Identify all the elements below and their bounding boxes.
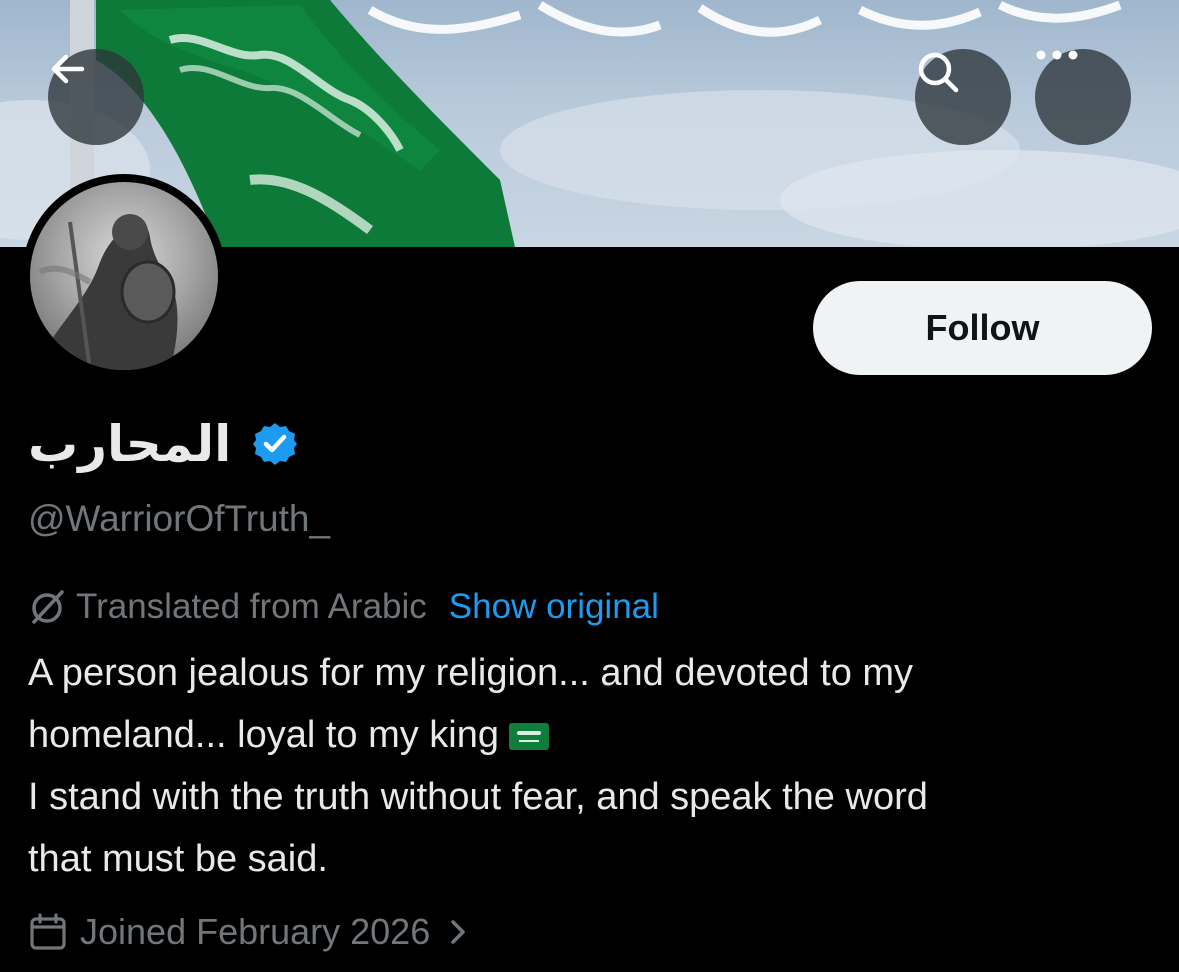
profile-bio: A person jealous for my religion... and … xyxy=(28,642,1148,890)
profile-handle: @WarriorOfTruth_ xyxy=(28,498,331,539)
saudi-flag-icon xyxy=(509,723,550,750)
translated-label: Translated from Arabic xyxy=(76,587,427,626)
bio-line-with-flag: homeland... loyal to my king xyxy=(28,704,1148,766)
show-original-link[interactable]: Show original xyxy=(449,586,659,628)
search-button[interactable] xyxy=(915,49,1011,145)
calendar-icon xyxy=(30,913,66,950)
translation-row: Translated from Arabic Show original xyxy=(28,586,659,628)
joined-date-row[interactable]: Joined February 2026 xyxy=(28,910,472,954)
bio-line: A person jealous for my religion... and … xyxy=(28,652,914,694)
bio-line: that must be said. xyxy=(28,838,328,880)
chevron-right-icon xyxy=(451,920,465,944)
joined-date-label: Joined February 2026 xyxy=(80,911,431,952)
search-icon xyxy=(918,52,959,93)
back-button[interactable] xyxy=(48,49,144,145)
bio-line: I stand with the truth without fear, and… xyxy=(28,776,928,818)
verified-badge-icon[interactable] xyxy=(251,420,299,468)
avatar-image xyxy=(30,182,218,370)
follow-button[interactable]: Follow xyxy=(813,281,1152,375)
avatar[interactable] xyxy=(22,174,226,378)
display-name: المحارب xyxy=(28,415,232,473)
profile-name-row: المحارب xyxy=(28,408,299,480)
more-horizontal-icon xyxy=(1036,50,1078,60)
more-button[interactable] xyxy=(1035,49,1131,145)
bio-line-text: homeland... loyal to my king xyxy=(28,714,500,756)
translate-icon xyxy=(32,590,64,624)
arrow-left-icon xyxy=(51,54,85,84)
